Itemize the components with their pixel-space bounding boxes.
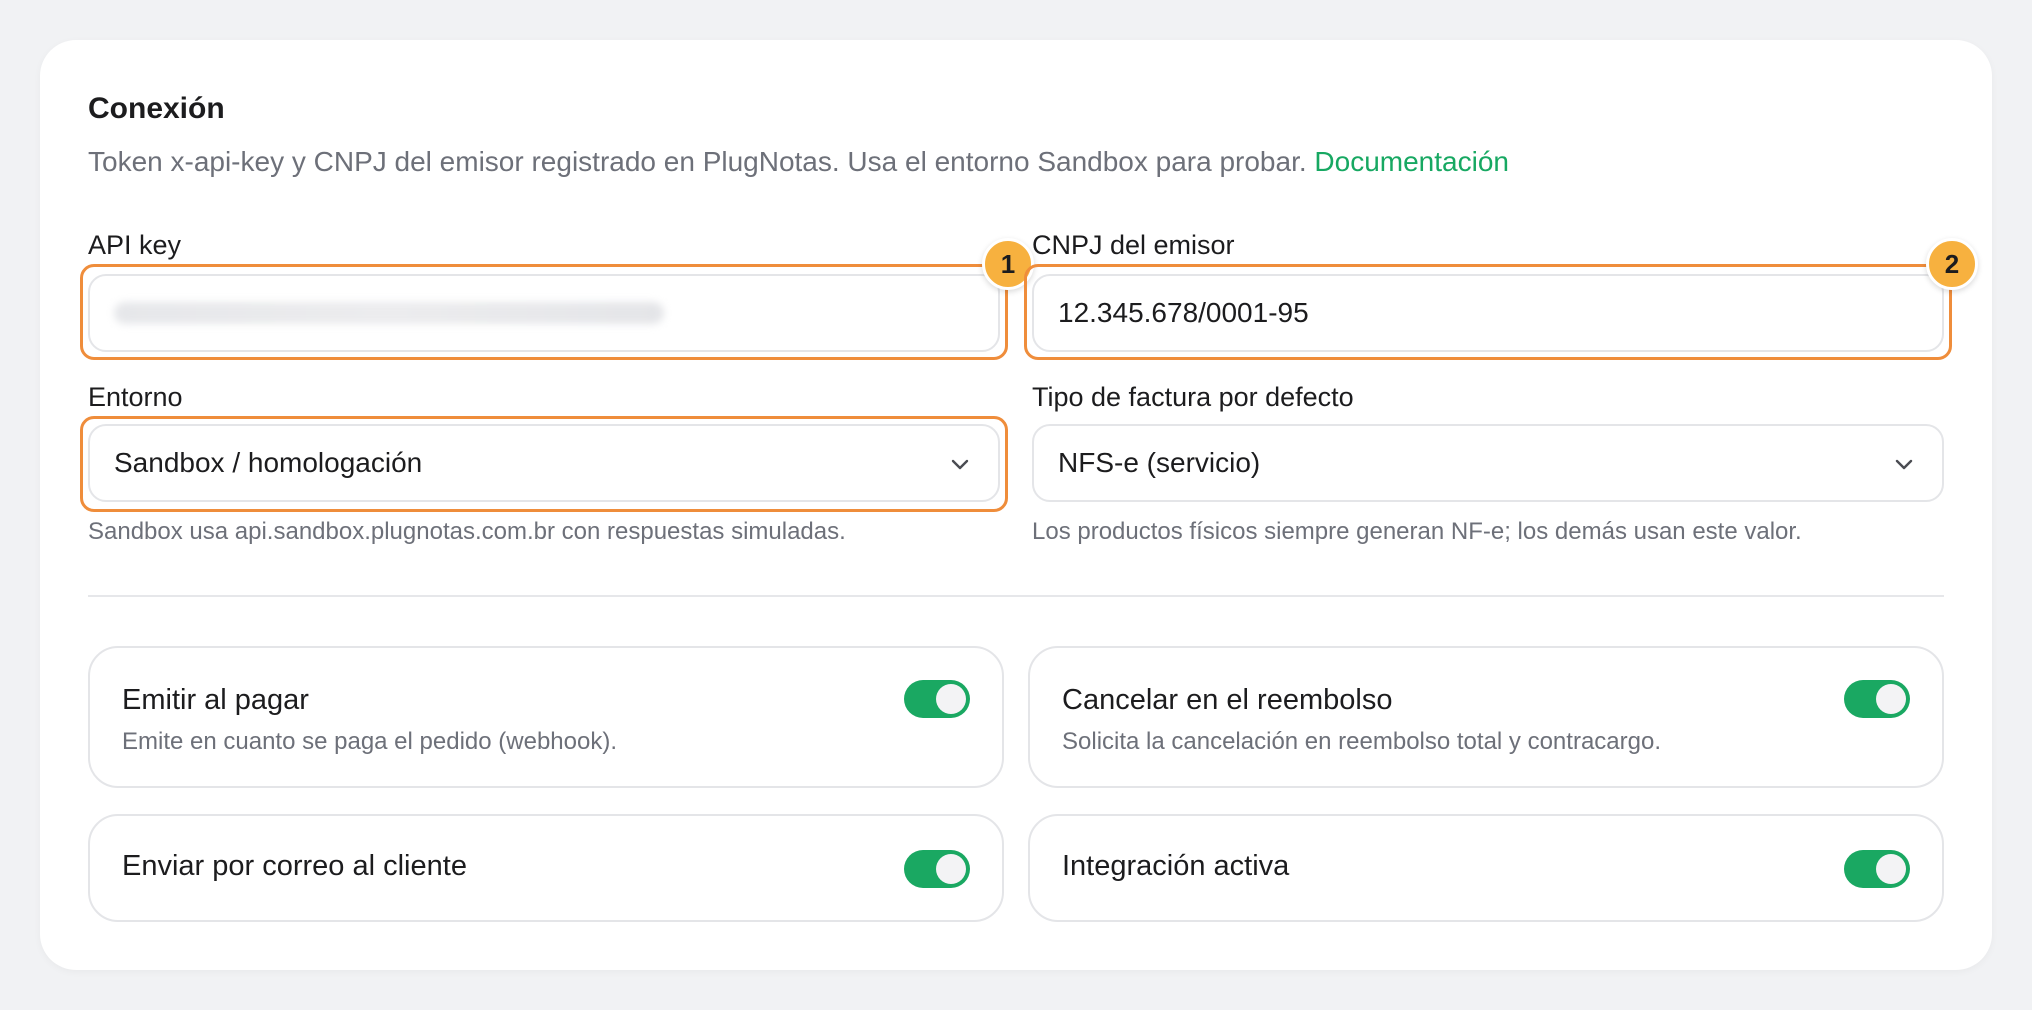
chevron-down-icon xyxy=(951,459,969,470)
invoice-type-hint: Los productos físicos siempre generan NF… xyxy=(1032,518,1802,545)
environment-label: Entorno xyxy=(88,382,183,412)
environment-hint: Sandbox usa api.sandbox.plugnotas.com.br… xyxy=(88,518,846,545)
toggle-title: Enviar por correo al cliente xyxy=(122,850,467,882)
description-text: Token x-api-key y CNPJ del emisor regist… xyxy=(88,146,1307,177)
toggle-knob xyxy=(936,854,966,884)
toggle-knob xyxy=(1876,854,1906,884)
toggle-card-emit-on-pay: Emitir al pagar Emite en cuanto se paga … xyxy=(88,646,1004,788)
invoice-type-label: Tipo de factura por defecto xyxy=(1032,382,1354,412)
toggle-title: Integración activa xyxy=(1062,850,1290,882)
api-key-input[interactable] xyxy=(88,274,1000,352)
toggle-title: Cancelar en el reembolso xyxy=(1062,684,1393,716)
toggle-card-cancel-refund: Cancelar en el reembolso Solicita la can… xyxy=(1028,646,1944,788)
step-badge-1: 1 xyxy=(982,238,1034,290)
toggle-subtitle: Solicita la cancelación en reembolso tot… xyxy=(1062,728,1661,755)
environment-selected-value: Sandbox / homologación xyxy=(114,447,423,478)
section-description: Token x-api-key y CNPJ del emisor regist… xyxy=(88,146,1509,178)
toggle-card-integration-active: Integración activa xyxy=(1028,814,1944,922)
toggle-card-email-customer: Enviar por correo al cliente xyxy=(88,814,1004,922)
emit-on-pay-toggle[interactable] xyxy=(904,680,970,718)
toggle-knob xyxy=(936,684,966,714)
email-customer-toggle[interactable] xyxy=(904,850,970,888)
cnpj-input[interactable]: 12.345.678/0001-95 xyxy=(1032,274,1944,352)
step-badge-2: 2 xyxy=(1926,238,1978,290)
invoice-type-select[interactable]: NFS-e (servicio) xyxy=(1032,424,1944,502)
environment-select[interactable]: Sandbox / homologación xyxy=(88,424,1000,502)
toggle-knob xyxy=(1876,684,1906,714)
masked-api-key-value xyxy=(114,302,664,324)
section-title: Conexión xyxy=(88,92,225,125)
invoice-type-selected-value: NFS-e (servicio) xyxy=(1058,447,1261,478)
api-key-label: API key xyxy=(88,230,182,260)
cnpj-label: CNPJ del emisor xyxy=(1032,230,1235,260)
integration-active-toggle[interactable] xyxy=(1844,850,1910,888)
cancel-refund-toggle[interactable] xyxy=(1844,680,1910,718)
documentation-link[interactable]: Documentación xyxy=(1314,146,1509,177)
toggle-subtitle: Emite en cuanto se paga el pedido (webho… xyxy=(122,728,617,755)
section-divider xyxy=(88,595,1944,597)
chevron-down-icon xyxy=(1895,459,1913,470)
toggle-title: Emitir al pagar xyxy=(122,684,309,716)
